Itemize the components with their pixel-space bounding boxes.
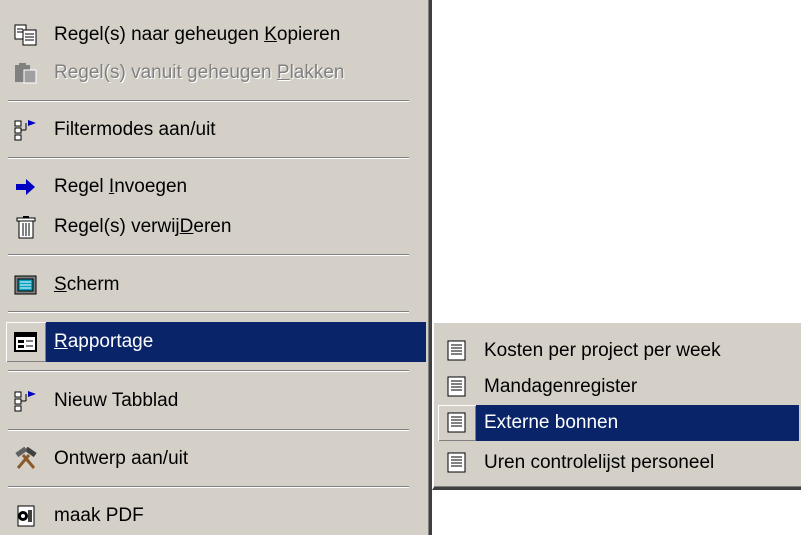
menu-separator [8,486,409,488]
document-icon [438,333,476,369]
menu-item-copy-rows[interactable]: Regel(s) naar geheugen Kopieren [6,15,426,55]
insert-arrow-icon [6,167,46,207]
trash-icon [6,207,46,247]
filter-tree-icon [6,110,46,150]
menu-separator [8,157,409,159]
menu-item-insert-row[interactable]: Regel Invoegen [6,167,426,207]
menu-item-delete-rows[interactable]: Regel(s) verwijDeren [6,207,426,247]
menu-item-label: Scherm [54,274,120,295]
submenu-item-externe-bonnen[interactable]: Externe bonnen [438,405,799,441]
menu-item-make-pdf[interactable]: maak PDF [6,496,426,536]
menu-item-screen[interactable]: Scherm [6,265,426,305]
document-icon [438,405,476,441]
menu-item-reporting[interactable]: Rapportage [6,322,426,362]
report-icon [6,322,46,362]
menu-separator [8,254,409,256]
submenu-item-kosten-per-project[interactable]: Kosten per project per week [438,333,799,369]
document-icon [438,369,476,405]
submenu-item-label: Kosten per project per week [484,340,721,361]
hammer-icon [6,439,46,479]
menu-item-label: Regel Invoegen [54,176,188,197]
menu-separator [8,370,409,372]
menu-item-label: Regel(s) verwijDeren [54,216,232,237]
screen-icon [6,265,46,305]
document-icon [438,445,476,481]
copy-icon [6,15,46,55]
tree-tab-icon [6,381,46,421]
reporting-submenu: Kosten per project per week Mandagenregi… [432,321,801,490]
menu-item-label: maak PDF [54,505,144,526]
submenu-item-label: Uren controlelijst personeel [484,452,715,473]
pdf-icon [6,496,46,536]
menu-item-label: Regel(s) vanuit geheugen Plakken [54,62,345,83]
menu-item-filter-modes[interactable]: Filtermodes aan/uit [6,110,426,150]
paste-icon [6,53,46,93]
menu-item-label: Ontwerp aan/uit [54,448,189,469]
submenu-item-mandagenregister[interactable]: Mandagenregister [438,369,799,405]
menu-separator [8,311,409,313]
menu-item-paste-rows[interactable]: Regel(s) vanuit geheugen Plakken [6,53,426,93]
submenu-item-label: Mandagenregister [484,376,638,397]
menu-separator [8,100,409,102]
menu-item-label: Rapportage [54,331,154,352]
submenu-item-uren-controlelijst[interactable]: Uren controlelijst personeel [438,445,799,481]
menu-item-design-mode[interactable]: Ontwerp aan/uit [6,439,426,479]
menu-separator [8,429,409,431]
menu-item-new-tab[interactable]: Nieuw Tabblad [6,381,426,421]
menu-item-label: Regel(s) naar geheugen Kopieren [54,24,341,45]
menu-item-label: Nieuw Tabblad [54,390,179,411]
menu-item-label: Filtermodes aan/uit [54,119,216,140]
context-menu: Regel(s) naar geheugen Kopieren Regel(s)… [0,0,432,535]
submenu-item-label: Externe bonnen [484,412,619,433]
